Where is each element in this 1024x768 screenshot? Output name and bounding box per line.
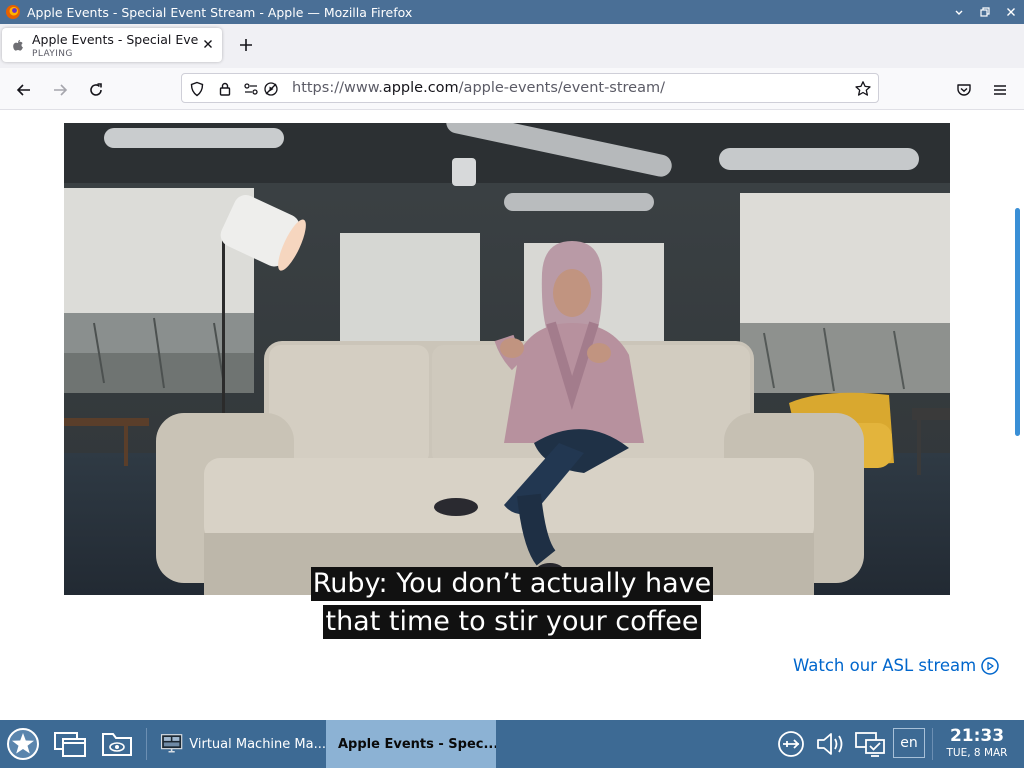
- page-scrollbar[interactable]: [1015, 208, 1020, 436]
- firefox-icon: [6, 5, 20, 19]
- navigation-toolbar: https://www.apple.com/apple-events/event…: [0, 68, 1024, 110]
- tab-title: Apple Events - Special Event Stream - Ap…: [32, 32, 198, 47]
- autoplay-blocked-icon[interactable]: [262, 80, 280, 98]
- url-host: apple.com: [382, 80, 459, 96]
- tracking-protection-shield-icon[interactable]: [188, 80, 206, 98]
- file-manager-button[interactable]: [97, 720, 137, 768]
- url-text[interactable]: https://www.apple.com/apple-events/event…: [292, 80, 665, 96]
- restore-icon: [980, 7, 990, 17]
- url-bar[interactable]: https://www.apple.com/apple-events/event…: [181, 73, 879, 103]
- video-frame-image: [64, 123, 950, 595]
- minimize-icon: [955, 10, 963, 15]
- clock-date: TUE, 8 MAR: [946, 747, 1008, 759]
- taskbar-separator: [146, 728, 147, 760]
- asl-stream-link-label: Watch our ASL stream: [793, 656, 977, 675]
- maximize-button[interactable]: [972, 0, 998, 24]
- close-window-button[interactable]: [998, 0, 1024, 24]
- reload-icon: [90, 83, 102, 96]
- plus-icon: [240, 39, 252, 51]
- arrow-right-icon: [54, 84, 68, 96]
- arrow-left-icon: [16, 84, 30, 96]
- task-virtual-machine-manager[interactable]: Virtual Machine Ma...: [156, 720, 326, 768]
- pocket-button[interactable]: [950, 76, 978, 104]
- tab-playing-status: PLAYING: [32, 49, 73, 59]
- minimize-button[interactable]: [946, 0, 972, 24]
- folder-eye-icon: [102, 733, 132, 756]
- task-label: Apple Events - Spec...: [338, 736, 496, 752]
- star-launcher-icon: [7, 728, 39, 760]
- tab-close-button[interactable]: [200, 37, 216, 53]
- monitor-icon: [160, 734, 183, 753]
- window-title-bar: Apple Events - Special Event Stream - Ap…: [0, 0, 1024, 24]
- task-firefox[interactable]: Apple Events - Spec...: [326, 720, 496, 768]
- bookmark-star-icon[interactable]: [854, 80, 872, 98]
- permissions-icon[interactable]: [242, 80, 260, 98]
- asl-stream-link[interactable]: Watch our ASL stream: [793, 656, 999, 675]
- subtitle-line-1: Ruby: You don’t actually have: [310, 567, 714, 601]
- tab-strip: Apple Events - Special Event Stream - Ap…: [0, 24, 1024, 68]
- volume-tray-button[interactable]: [812, 720, 850, 768]
- taskbar: Virtual Machine Ma... Apple Events - Spe…: [0, 720, 1024, 768]
- close-icon: [1007, 8, 1015, 16]
- close-icon: [204, 40, 212, 48]
- apple-logo-icon: [13, 39, 23, 51]
- clock[interactable]: 21:33 TUE, 8 MAR: [938, 726, 1016, 760]
- subtitle-line-2: that time to stir your coffee: [323, 605, 701, 639]
- application-menu-button[interactable]: [0, 720, 46, 768]
- url-prefix: https://www.: [292, 80, 383, 96]
- video-player[interactable]: [64, 123, 950, 595]
- reload-button[interactable]: [82, 76, 110, 104]
- window-title: Apple Events - Special Event Stream - Ap…: [27, 4, 413, 20]
- network-tray-button[interactable]: [774, 720, 808, 768]
- keyboard-layout-indicator[interactable]: en: [893, 728, 925, 758]
- video-subtitles: Ruby: You don’t actually have that time …: [0, 567, 1024, 639]
- windows-icon: [54, 732, 86, 757]
- taskbar-separator: [932, 728, 933, 760]
- play-circle-icon: [981, 656, 999, 675]
- task-label: Virtual Machine Ma...: [189, 736, 326, 752]
- speaker-icon: [817, 733, 843, 755]
- display-check-icon: [855, 732, 885, 757]
- lock-icon[interactable]: [216, 80, 234, 98]
- forward-button[interactable]: [46, 76, 74, 104]
- app-menu-button[interactable]: [986, 76, 1014, 104]
- hamburger-menu-icon: [994, 85, 1006, 95]
- usb-network-icon: [778, 731, 804, 757]
- show-desktop-button[interactable]: [50, 720, 90, 768]
- back-button[interactable]: [10, 76, 38, 104]
- clock-time: 21:33: [949, 726, 1005, 746]
- display-tray-button[interactable]: [852, 720, 888, 768]
- new-tab-button[interactable]: [234, 34, 258, 58]
- tab-apple-events[interactable]: Apple Events - Special Event Stream - Ap…: [2, 28, 222, 62]
- url-path: /apple-events/event-stream/: [458, 80, 665, 96]
- pocket-icon: [957, 84, 971, 96]
